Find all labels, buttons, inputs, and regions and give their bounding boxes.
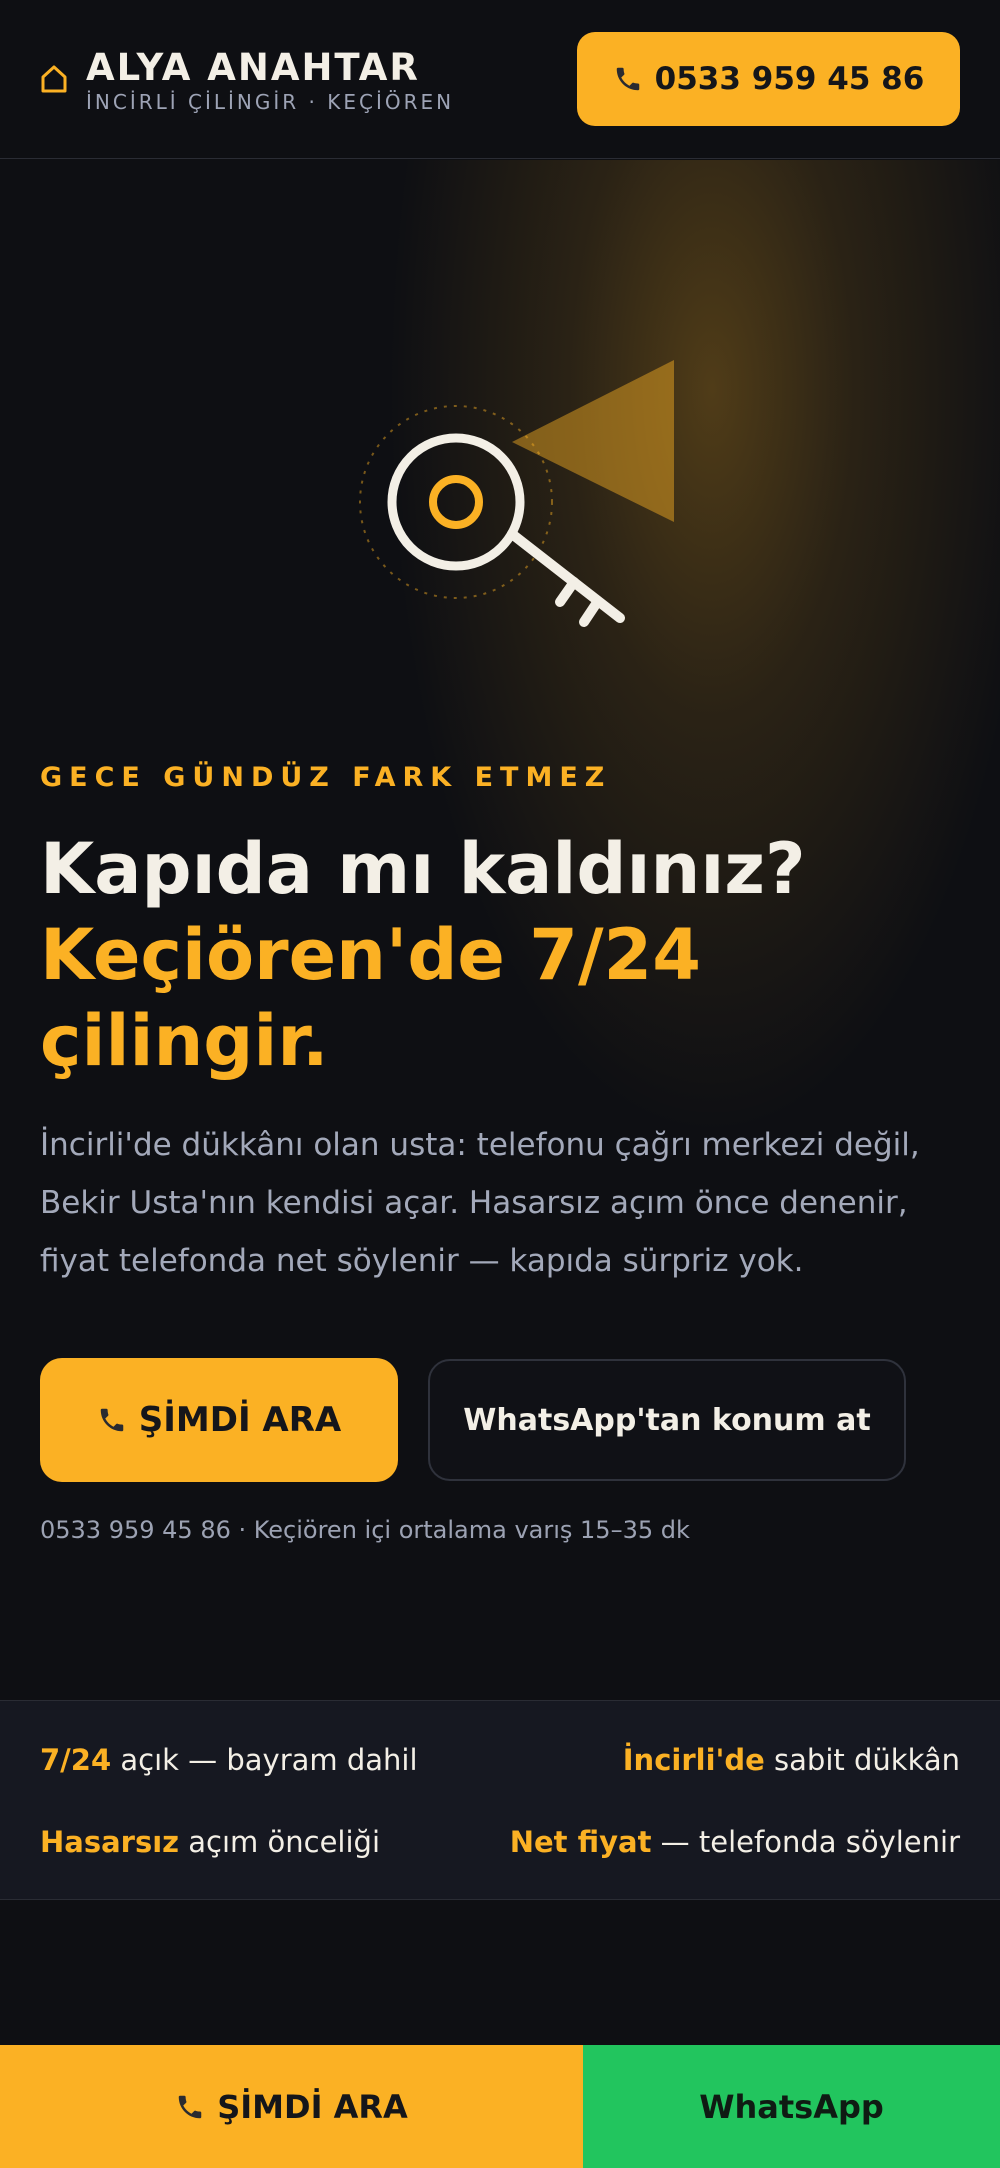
hero-note: 0533 959 45 86 · Keçiören içi ortalama v…: [40, 1516, 690, 1544]
feature-text: sabit dükkân: [764, 1743, 960, 1777]
feature-item: Net fiyat — telefonda söylenir: [510, 1825, 960, 1859]
headline-line-1: Kapıda mı kaldınız?: [40, 828, 806, 910]
bottom-whatsapp-button[interactable]: WhatsApp: [583, 2045, 1000, 2168]
feature-item: İncirli'de sabit dükkân: [623, 1743, 960, 1777]
feature-text: açım önceliği: [179, 1825, 381, 1859]
hero-headline: Kapıda mı kaldınız? Keçiören'de 7/24 çil…: [40, 826, 960, 1084]
bottom-whatsapp-label: WhatsApp: [699, 2087, 884, 2126]
feature-item: Hasarsız açım önceliği: [40, 1825, 380, 1859]
home-icon: [41, 65, 67, 93]
brand-name: ALYA ANAHTAR: [86, 46, 420, 89]
hero-lead: İncirli'de dükkânı olan usta: telefonu ç…: [40, 1127, 920, 1279]
feature-strong: İncirli'de: [622, 1743, 765, 1777]
call-now-label: ŞİMDİ ARA: [138, 1400, 342, 1440]
call-now-button[interactable]: ŞİMDİ ARA: [40, 1358, 398, 1482]
header-phone-button[interactable]: 0533 959 45 86: [577, 32, 960, 126]
bottom-call-label: ŞİMDİ ARA: [217, 2087, 408, 2126]
features-strip: 7/24 açık — bayram dahil İncirli'de sabi…: [0, 1700, 1000, 1900]
whatsapp-location-button[interactable]: WhatsApp'tan konum at: [428, 1359, 906, 1481]
phone-icon: [100, 1408, 123, 1432]
header-phone-number: 0533 959 45 86: [654, 61, 925, 97]
phone-icon: [178, 2095, 202, 2118]
phone-icon: [616, 67, 639, 91]
bottom-call-button[interactable]: ŞİMDİ ARA: [0, 2045, 583, 2168]
hero-eyebrow: GECE GÜNDÜZ FARK ETMEZ: [40, 762, 612, 793]
feature-strong: Net fiyat: [509, 1825, 652, 1859]
headline-line-2: Keçiören'de 7/24: [40, 914, 701, 996]
feature-strong: Hasarsız: [40, 1825, 180, 1859]
brand-subtitle: İNCİRLİ ÇİLİNGİR · KEÇİÖREN: [86, 90, 455, 114]
feature-strong: 7/24: [40, 1743, 112, 1777]
headline-line-3: çilingir.: [40, 1000, 329, 1082]
feature-text: — telefonda söylenir: [651, 1825, 960, 1859]
sticky-bottom-bar: ŞİMDİ ARA WhatsApp: [0, 2045, 1000, 2168]
key-icon: [359, 360, 674, 627]
feature-text: açık — bayram dahil: [111, 1743, 418, 1777]
whatsapp-location-label: WhatsApp'tan konum at: [463, 1402, 871, 1438]
feature-item: 7/24 açık — bayram dahil: [40, 1743, 418, 1777]
site-header: ALYA ANAHTAR İNCİRLİ ÇİLİNGİR · KEÇİÖREN…: [0, 0, 1000, 159]
